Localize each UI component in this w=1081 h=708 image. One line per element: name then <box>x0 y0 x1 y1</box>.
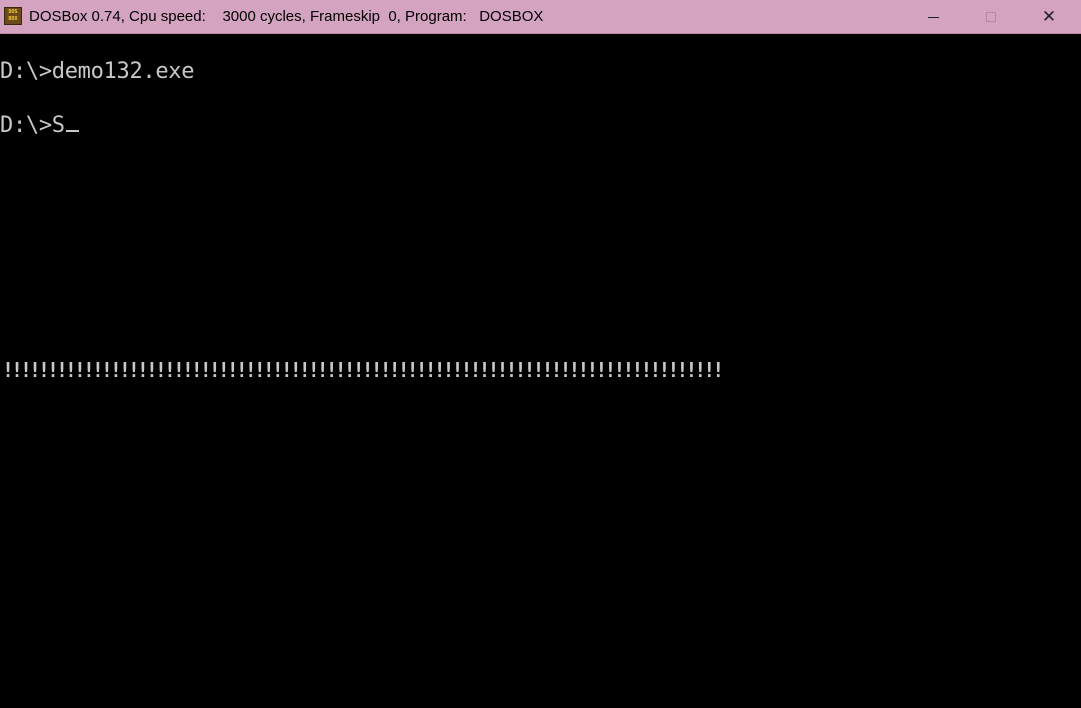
dos-console[interactable]: D:\>demo132.exe D:\>S !!!!!!!!!!!!!!!!!!… <box>0 34 1081 708</box>
maximize-icon <box>986 12 996 22</box>
minimize-button[interactable] <box>904 0 962 34</box>
minimize-icon <box>927 16 939 18</box>
icon-text-top: DOS <box>8 9 18 15</box>
title-bar[interactable]: DOS BOX DOSBox 0.74, Cpu speed: 3000 cyc… <box>0 0 1081 34</box>
close-button[interactable]: ✕ <box>1020 0 1078 34</box>
window-title: DOSBox 0.74, Cpu speed: 3000 cycles, Fra… <box>29 8 544 25</box>
console-line: D:\>demo132.exe <box>0 59 195 84</box>
dosbox-window: DOS BOX DOSBox 0.74, Cpu speed: 3000 cyc… <box>0 0 1081 708</box>
maximize-button[interactable] <box>962 0 1020 34</box>
dosbox-icon[interactable]: DOS BOX <box>4 7 22 25</box>
console-prompt-line: D:\>S <box>0 114 79 138</box>
output-row: !!!!!!!!!!!!!!!!!!!!!!!!!!!!!!!!!!!!!!!!… <box>2 358 724 382</box>
console-input-text: D:\>S <box>0 113 65 138</box>
text-cursor <box>65 130 79 132</box>
close-icon: ✕ <box>1041 6 1057 27</box>
icon-text-bottom: BOX <box>8 16 18 22</box>
